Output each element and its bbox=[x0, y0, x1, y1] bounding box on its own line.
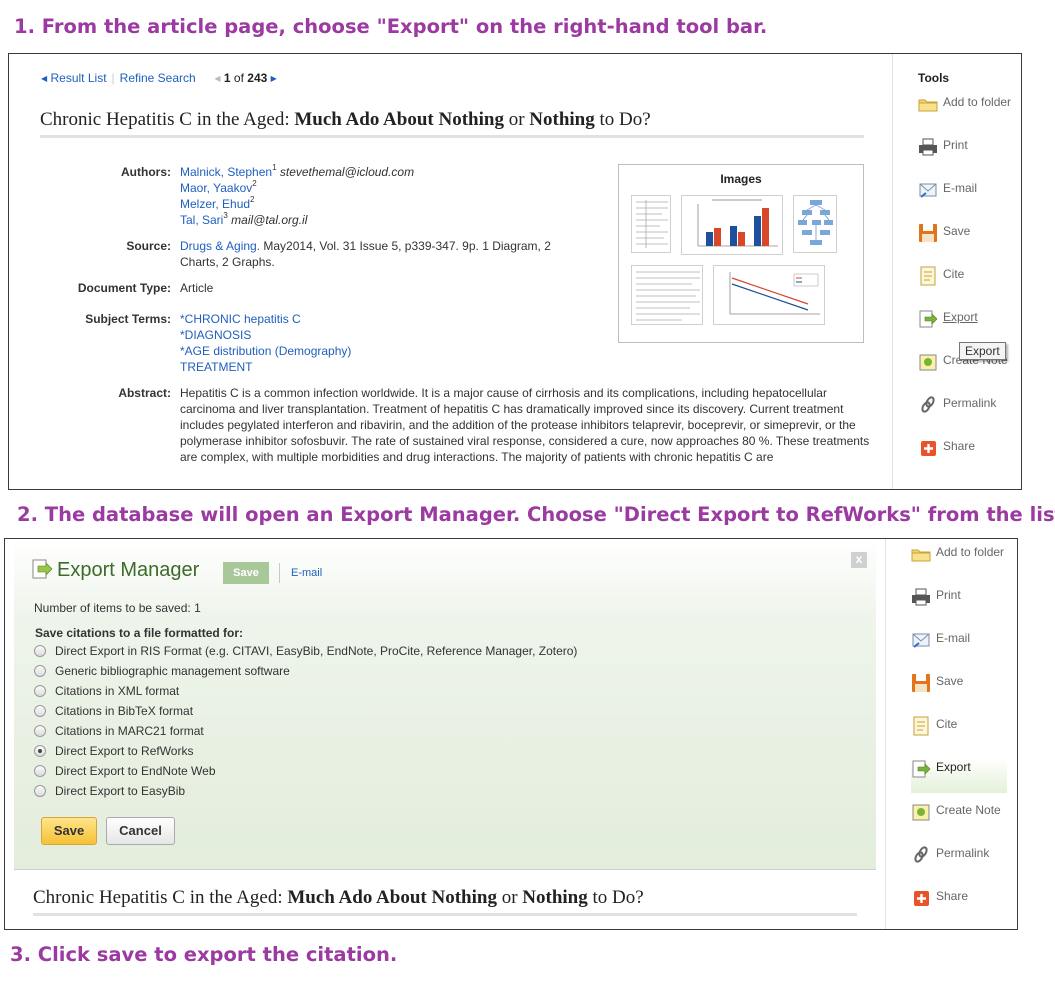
format-question: Save citations to a file formatted for: bbox=[35, 626, 244, 640]
step-1-heading: 1. From the article page, choose "Export… bbox=[14, 15, 768, 38]
share-icon bbox=[911, 888, 931, 908]
radio-button[interactable] bbox=[34, 785, 46, 797]
next-result-icon[interactable]: ▶ bbox=[271, 74, 277, 83]
email-icon bbox=[911, 630, 931, 650]
subject-link[interactable]: *AGE distribution (Demography) bbox=[180, 344, 351, 358]
cite-icon bbox=[911, 716, 931, 736]
subject-link[interactable]: *CHRONIC hepatitis C bbox=[180, 312, 301, 326]
images-box: Images bbox=[618, 164, 864, 343]
line-chart-thumbnail[interactable] bbox=[713, 265, 825, 325]
email-link[interactable]: E-mail bbox=[291, 567, 322, 579]
author-link[interactable]: Malnick, Stephen bbox=[180, 165, 272, 179]
export-manager-screenshot: Export Manager Save E-mail x Number of i… bbox=[4, 538, 1018, 930]
tools-sidebar bbox=[892, 54, 893, 489]
radio-button-selected[interactable] bbox=[34, 745, 46, 757]
note-icon bbox=[911, 802, 931, 822]
radio-button[interactable] bbox=[34, 725, 46, 737]
subject-link[interactable]: *DIAGNOSIS bbox=[180, 328, 251, 342]
floppy-icon bbox=[911, 673, 931, 693]
result-navigation: ◀ Result List | Refine Search ◀ 1 of 243 ▶ bbox=[41, 71, 277, 85]
close-button[interactable]: x bbox=[851, 552, 867, 568]
export-icon bbox=[31, 558, 53, 580]
toolbar-divider bbox=[279, 563, 280, 583]
table-thumbnail[interactable] bbox=[631, 195, 671, 253]
author-link[interactable]: Maor, Yaakov bbox=[180, 181, 252, 195]
author-link[interactable]: Melzer, Ehud bbox=[180, 197, 250, 211]
author-email: mail@tal.org.il bbox=[231, 213, 308, 227]
title-divider bbox=[33, 913, 857, 916]
note-icon bbox=[918, 352, 938, 372]
folder-icon bbox=[918, 94, 938, 114]
source-journal-link[interactable]: Drugs & Aging. bbox=[180, 239, 260, 253]
title-divider bbox=[40, 135, 864, 138]
result-current: 1 bbox=[223, 71, 231, 85]
export-tooltip: Export bbox=[959, 342, 1006, 360]
back-arrow-icon[interactable]: ◀ bbox=[41, 74, 47, 83]
article-title: Chronic Hepatitis C in the Aged: Much Ad… bbox=[40, 109, 651, 130]
step-3-heading: 3. Click save to export the citation. bbox=[10, 943, 398, 966]
source-label: Source: bbox=[126, 239, 171, 253]
export-tool[interactable]: Export bbox=[911, 759, 1007, 793]
author-item: Malnick, Stephen1 stevethemal@icloud.com bbox=[180, 163, 415, 180]
author-item: Maor, Yaakov2 bbox=[180, 179, 257, 196]
step-2-heading: 2. The database will open an Export Mana… bbox=[17, 503, 1055, 526]
author-email: stevethemal@icloud.com bbox=[279, 165, 415, 179]
folder-icon bbox=[911, 544, 931, 564]
top-save-button[interactable]: Save bbox=[223, 562, 269, 584]
author-item: Melzer, Ehud2 bbox=[180, 195, 255, 212]
source-value: Drugs & Aging. May2014, Vol. 31 Issue 5,… bbox=[180, 239, 551, 269]
authors-list: Malnick, Stephen1 stevethemal@icloud.com… bbox=[180, 164, 414, 228]
subject-list: *CHRONIC hepatitis C *DIAGNOSIS *AGE dis… bbox=[180, 311, 351, 375]
images-title: Images bbox=[720, 172, 762, 186]
dialog-bottom-border bbox=[14, 869, 876, 870]
result-of: of bbox=[233, 71, 244, 85]
abstract-text: Hepatitis C is a common infection worldw… bbox=[180, 386, 870, 464]
bar-chart-thumbnail[interactable] bbox=[681, 195, 783, 255]
printer-icon bbox=[918, 137, 938, 157]
authors-label: Authors: bbox=[121, 165, 171, 179]
tools-sidebar bbox=[885, 539, 886, 929]
share-icon bbox=[918, 438, 938, 458]
radio-button[interactable] bbox=[34, 765, 46, 777]
radio-button[interactable] bbox=[34, 685, 46, 697]
diagram-thumbnail[interactable] bbox=[793, 195, 837, 253]
result-total: 243 bbox=[247, 71, 268, 85]
article-title: Chronic Hepatitis C in the Aged: Much Ad… bbox=[33, 887, 644, 908]
doctype-label: Document Type: bbox=[77, 281, 171, 295]
export-icon bbox=[918, 309, 938, 329]
article-page-screenshot: ◀ Result List | Refine Search ◀ 1 of 243 ▶… bbox=[8, 53, 1022, 490]
email-icon bbox=[918, 180, 938, 200]
subjects-label: Subject Terms: bbox=[85, 312, 171, 326]
table-thumbnail[interactable] bbox=[631, 265, 703, 325]
author-link[interactable]: Tal, Sari bbox=[180, 213, 223, 227]
radio-button[interactable] bbox=[34, 665, 46, 677]
author-item: Tal, Sari3 mail@tal.org.il bbox=[180, 211, 308, 228]
link-icon bbox=[918, 395, 938, 415]
export-icon bbox=[911, 759, 931, 779]
cite-icon bbox=[918, 266, 938, 286]
link-icon bbox=[911, 845, 931, 865]
tools-title: Tools bbox=[918, 71, 950, 85]
printer-icon bbox=[911, 587, 931, 607]
doctype-value: Article bbox=[180, 281, 214, 295]
radio-button[interactable] bbox=[34, 705, 46, 717]
refine-search-link[interactable]: Refine Search bbox=[120, 71, 196, 85]
subject-link[interactable]: TREATMENT bbox=[180, 360, 252, 374]
previous-result-icon[interactable]: ◀ bbox=[214, 74, 220, 83]
save-button[interactable]: Save bbox=[41, 817, 97, 845]
abstract-label: Abstract: bbox=[118, 386, 171, 400]
result-list-link[interactable]: Result List bbox=[51, 71, 107, 85]
radio-button[interactable] bbox=[34, 645, 46, 657]
cancel-button[interactable]: Cancel bbox=[106, 817, 175, 845]
items-count: Number of items to be saved: 1 bbox=[34, 601, 201, 615]
export-manager-title: Export Manager bbox=[57, 559, 200, 581]
floppy-icon bbox=[918, 223, 938, 243]
